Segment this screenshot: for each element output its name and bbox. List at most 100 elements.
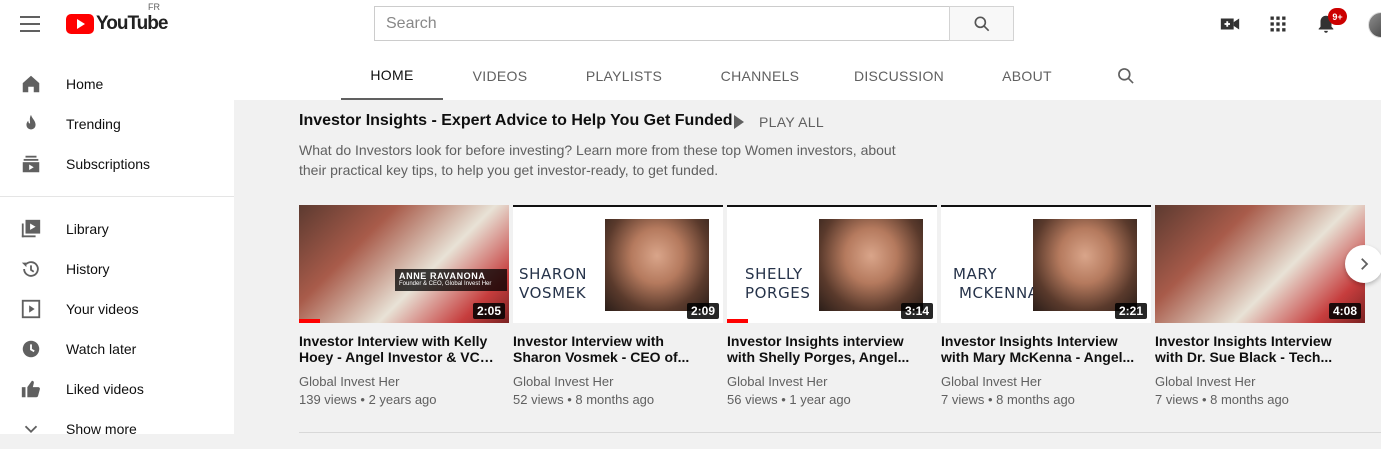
- video-duration: 2:09: [686, 303, 719, 319]
- video-channel[interactable]: Global Invest Her: [727, 373, 937, 391]
- sidebar-item-library[interactable]: Library: [0, 209, 234, 249]
- apps-button[interactable]: [1266, 12, 1290, 36]
- thumbnail-portrait: [1033, 219, 1137, 311]
- video-title-line: Investor Insights Interview: [941, 333, 1118, 349]
- video-title[interactable]: Investor Insights Interview with Mary Mc…: [941, 333, 1136, 365]
- video-title-line: Investor Insights Interview: [1155, 333, 1332, 349]
- video-card: SHARON VOSMEK 2:09 Investor Interview wi…: [513, 205, 723, 409]
- video-duration: 2:21: [1114, 303, 1147, 319]
- play-all-label: PLAY ALL: [759, 114, 824, 130]
- youtube-logo[interactable]: YouTube: [66, 12, 168, 36]
- sidebar-item-liked-videos[interactable]: Liked videos: [0, 369, 234, 409]
- video-channel[interactable]: Global Invest Her: [299, 373, 509, 391]
- thumbnail-name: MARY: [953, 265, 998, 283]
- video-title[interactable]: Investor Interview with Kelly Hoey - Ang…: [299, 333, 494, 365]
- video-thumbnail[interactable]: SHARON VOSMEK 2:09: [513, 205, 723, 323]
- sidebar-item-label: Your videos: [66, 301, 139, 317]
- youtube-play-logo-icon: [66, 14, 94, 34]
- tab-home[interactable]: HOME: [341, 52, 443, 100]
- sidebar-item-label: Home: [66, 76, 104, 92]
- video-thumbnail[interactable]: SHELLY PORGES 3:14: [727, 205, 937, 323]
- video-title-line: Sharon Vosmek - CEO of...: [513, 349, 690, 365]
- shelf-title[interactable]: Investor Insights - Expert Advice to Hel…: [299, 112, 733, 130]
- sidebar-item-watch-later[interactable]: Watch later: [0, 329, 234, 369]
- search-button[interactable]: [949, 6, 1014, 41]
- video-title-line: Hoey - Angel Investor & VC ...: [299, 349, 494, 365]
- sidebar-item-label: History: [66, 261, 110, 277]
- sidebar-item-subscriptions[interactable]: Subscriptions: [0, 144, 234, 184]
- video-channel[interactable]: Global Invest Her: [513, 373, 723, 391]
- video-channel[interactable]: Global Invest Her: [1155, 373, 1365, 391]
- video-thumbnail[interactable]: ANNE RAVANONA Founder & CEO, Global Inve…: [299, 205, 509, 323]
- thumbnail-portrait: [605, 219, 709, 311]
- thumbnail-name: PORGES: [745, 284, 811, 302]
- video-camera-add-icon: [1220, 18, 1240, 30]
- video-meta: 52 views • 8 months ago: [513, 392, 655, 407]
- chevron-down-icon: [19, 417, 43, 441]
- video-duration: 3:14: [900, 303, 933, 319]
- thumbnail-name: SHELLY: [745, 265, 803, 283]
- sidebar-item-your-videos[interactable]: Your videos: [0, 289, 234, 329]
- masthead: YouTube FR 9+: [0, 0, 1381, 52]
- tab-discussion[interactable]: DISCUSSION: [846, 52, 952, 100]
- video-channel[interactable]: Global Invest Her: [941, 373, 1151, 391]
- video-card: 4:08 Investor Insights Interview with Dr…: [1155, 205, 1365, 409]
- menu-icon[interactable]: [20, 16, 40, 32]
- video-title-line: Investor Interview with: [513, 333, 664, 349]
- thumbnail-portrait: [819, 219, 923, 311]
- tab-about[interactable]: ABOUT: [988, 52, 1066, 100]
- thumbnail-name: SHARON: [519, 265, 588, 283]
- search-input[interactable]: [375, 7, 950, 40]
- search-icon: [1118, 68, 1134, 84]
- logo-region: FR: [148, 2, 160, 12]
- channel-tabs: HOME VIDEOS PLAYLISTS CHANNELS DISCUSSIO…: [234, 52, 1381, 100]
- video-thumbnail[interactable]: MARY MCKENNA 2:21: [941, 205, 1151, 323]
- video-meta: 7 views • 8 months ago: [1155, 392, 1289, 407]
- video-title-line: Investor Interview with Kelly: [299, 333, 488, 349]
- sidebar-item-label: Trending: [66, 116, 121, 132]
- sidebar-item-label: Library: [66, 221, 109, 237]
- notifications-badge: 9+: [1328, 8, 1347, 25]
- library-icon: [19, 217, 43, 241]
- sidebar-item-label: Liked videos: [66, 381, 144, 397]
- sidebar-item-trending[interactable]: Trending: [0, 104, 234, 144]
- video-title-line: with Mary McKenna - Angel...: [941, 349, 1135, 365]
- video-duration: 4:08: [1328, 303, 1361, 319]
- video-card: ANNE RAVANONA Founder & CEO, Global Inve…: [299, 205, 509, 409]
- video-duration: 2:05: [472, 303, 505, 319]
- thumbnail-caption: ANNE RAVANONA Founder & CEO, Global Inve…: [395, 269, 507, 291]
- search-icon: [974, 16, 989, 31]
- tab-videos[interactable]: VIDEOS: [459, 52, 541, 100]
- tab-playlists[interactable]: PLAYLISTS: [574, 52, 674, 100]
- shelf-description-line: What do Investors look for before invest…: [299, 142, 896, 158]
- play-icon: [734, 115, 744, 129]
- subscriptions-icon: [19, 152, 43, 176]
- thumbnail-name: MCKENNA: [959, 284, 1039, 302]
- channel-search-button[interactable]: [1114, 64, 1138, 88]
- video-title-line: Investor Insights interview: [727, 333, 904, 349]
- sidebar-item-history[interactable]: History: [0, 249, 234, 289]
- account-avatar[interactable]: [1368, 12, 1381, 38]
- watch-progress: [299, 319, 320, 323]
- logo-text: YouTube: [96, 13, 168, 34]
- video-thumbnail[interactable]: 4:08: [1155, 205, 1365, 323]
- video-title[interactable]: Investor Insights Interview with Dr. Sue…: [1155, 333, 1350, 365]
- tab-channels[interactable]: CHANNELS: [708, 52, 812, 100]
- shelf-description-line: their practical key tips, to help you ge…: [299, 162, 719, 178]
- history-icon: [19, 257, 43, 281]
- play-all-button[interactable]: PLAY ALL: [730, 112, 824, 132]
- create-video-button[interactable]: [1218, 12, 1242, 36]
- video-card: SHELLY PORGES 3:14 Investor Insights int…: [727, 205, 937, 409]
- video-meta: 139 views • 2 years ago: [299, 392, 437, 407]
- sidebar-item-show-more[interactable]: Show more: [0, 409, 234, 449]
- video-title-line: with Shelly Porges, Angel...: [727, 349, 910, 365]
- shelf-next-button[interactable]: [1345, 245, 1381, 283]
- video-meta: 7 views • 8 months ago: [941, 392, 1075, 407]
- home-icon: [19, 72, 43, 96]
- video-title[interactable]: Investor Interview with Sharon Vosmek - …: [513, 333, 708, 365]
- liked-videos-icon: [19, 377, 43, 401]
- video-card: MARY MCKENNA 2:21 Investor Insights Inte…: [941, 205, 1151, 409]
- sidebar-item-home[interactable]: Home: [0, 64, 234, 104]
- video-title-line: with Dr. Sue Black - Tech...: [1155, 349, 1333, 365]
- video-title[interactable]: Investor Insights interview with Shelly …: [727, 333, 922, 365]
